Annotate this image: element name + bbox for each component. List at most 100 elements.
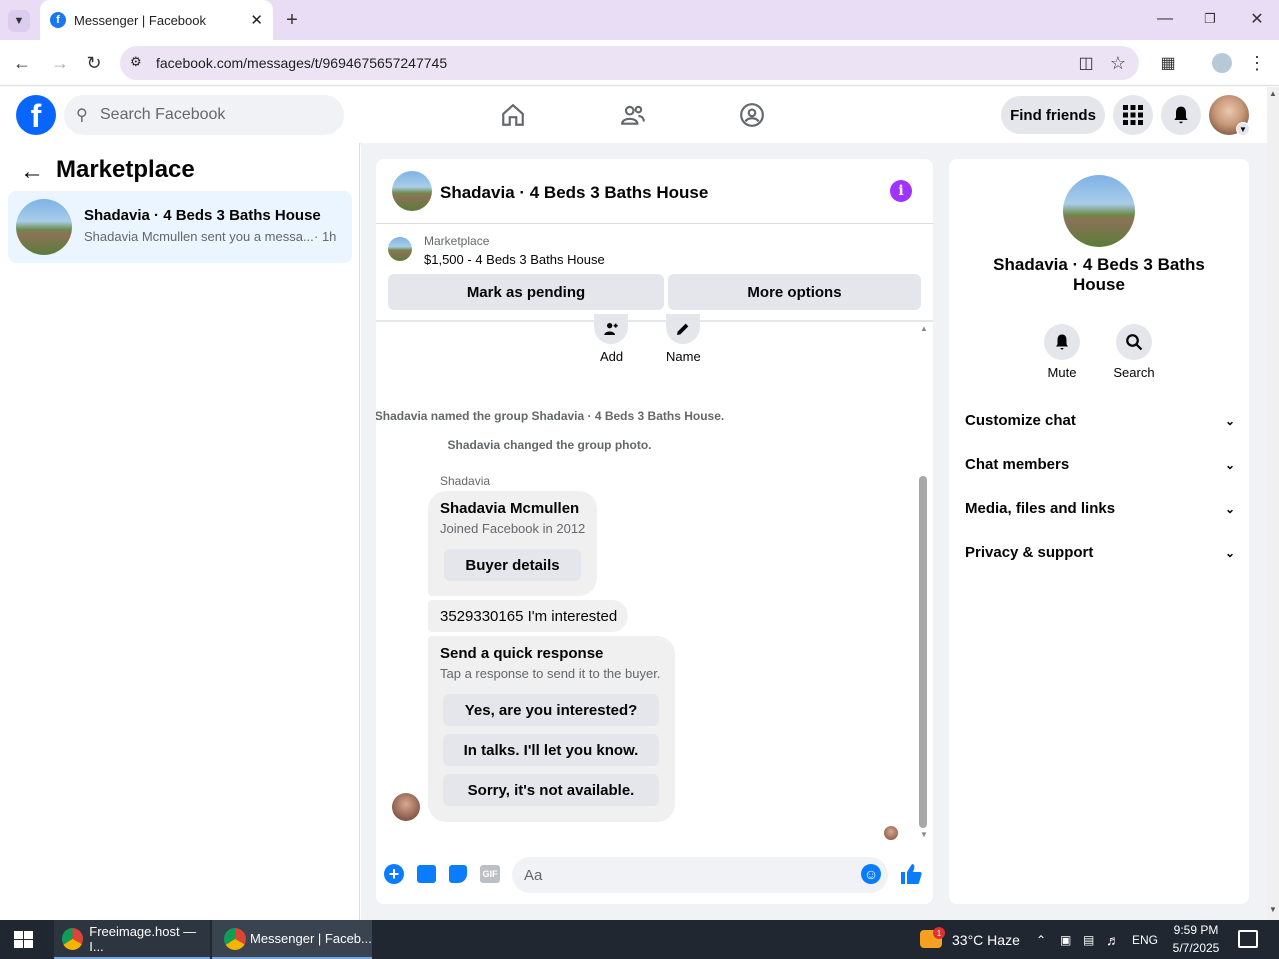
chat-header-title[interactable]: Shadavia · 4 Beds 3 Baths House	[440, 183, 708, 203]
find-friends-button[interactable]: Find friends	[1001, 96, 1105, 134]
profile-avatar-icon[interactable]	[1212, 53, 1232, 73]
volume-icon[interactable]: ♬	[1106, 920, 1120, 959]
meet-icon[interactable]: ▣	[1060, 920, 1071, 959]
page-scrollbar[interactable]: ▲ ▼	[1267, 87, 1279, 920]
chat-header-thumbnail[interactable]	[392, 171, 432, 211]
page-scroll-down-icon[interactable]: ▼	[1269, 905, 1277, 914]
close-window-icon[interactable]: ✕	[1247, 8, 1267, 30]
install-app-icon[interactable]: ◫	[1076, 53, 1096, 73]
scroll-up-icon[interactable]: ▲	[920, 324, 928, 333]
browser-tab[interactable]: f Messenger | Facebook ✕	[40, 0, 273, 40]
page-scroll-up-icon[interactable]: ▲	[1269, 89, 1277, 98]
taskbar-item-freeimage[interactable]: Freeimage.host — I...	[54, 920, 210, 959]
listing-price-title[interactable]: $1,500 - 4 Beds 3 Baths House	[424, 252, 605, 267]
forward-icon[interactable]: →	[48, 52, 72, 74]
reload-icon[interactable]: ↻	[82, 52, 106, 74]
customize-chat-label: Customize chat	[965, 412, 1076, 429]
quick-response-not-available[interactable]: Sorry, it's not available.	[443, 774, 659, 806]
media-files-links-item[interactable]: Media, files and links ⌄	[965, 500, 1235, 517]
notifications-button[interactable]	[1161, 95, 1201, 135]
customize-chat-item[interactable]: Customize chat ⌄	[965, 412, 1235, 429]
menu-grid-button[interactable]	[1113, 95, 1153, 135]
search-conversation-button[interactable]	[1116, 324, 1152, 360]
name-label: Name	[666, 349, 701, 364]
quick-response-title: Send a quick response	[440, 645, 604, 662]
grid-icon	[1123, 105, 1143, 125]
taskbar-item-label: Messenger | Faceb...	[250, 931, 372, 946]
conversation-preview: Shadavia Mcmullen sent you a messa...	[84, 229, 314, 244]
windows-start-icon[interactable]	[14, 931, 33, 948]
clock-time[interactable]: 9:59 PM	[1166, 923, 1226, 937]
chrome-icon	[62, 927, 84, 950]
photo-icon[interactable]	[417, 865, 436, 883]
site-info-icon[interactable]: ⚙	[130, 54, 142, 70]
add-member-button[interactable]	[594, 314, 628, 344]
quick-response-subtitle: Tap a response to send it to the buyer.	[440, 666, 661, 681]
url-input[interactable]: ⚙ facebook.com/messages/t/96946756572477…	[120, 46, 1139, 80]
restore-icon[interactable]: ❐	[1200, 8, 1220, 30]
add-person-icon	[604, 323, 618, 335]
search-icon	[1126, 334, 1143, 351]
friends-icon[interactable]	[618, 101, 648, 129]
mute-button[interactable]	[1044, 324, 1080, 360]
action-center-icon[interactable]	[1238, 930, 1258, 948]
chevron-down-icon: ⌄	[1224, 501, 1235, 516]
new-tab-icon[interactable]: +	[282, 9, 302, 31]
clock-date[interactable]: 5/7/2025	[1166, 941, 1226, 955]
chevron-down-icon: ⌄	[1224, 545, 1235, 560]
account-chevron-icon[interactable]: ▼	[1236, 122, 1250, 136]
chat-scrollbar[interactable]: ▲ ▼	[917, 324, 929, 844]
scrollbar-thumb[interactable]	[919, 476, 927, 828]
scroll-down-icon[interactable]: ▼	[920, 830, 928, 839]
info-icon[interactable]: i	[890, 180, 912, 202]
more-options-button[interactable]: More options	[668, 274, 921, 310]
gif-icon[interactable]: GIF	[480, 865, 500, 883]
minimize-icon[interactable]: —	[1155, 8, 1175, 30]
sticker-icon[interactable]	[449, 865, 467, 883]
extensions-icon[interactable]: ▦	[1158, 53, 1178, 73]
show-hidden-icons[interactable]: ⌃	[1036, 920, 1046, 959]
chrome-icon	[224, 927, 246, 950]
search-input[interactable]: ⚲ Search Facebook	[64, 95, 344, 135]
close-tab-icon[interactable]: ✕	[250, 11, 263, 29]
tab-search-icon[interactable]: ▼	[8, 10, 30, 32]
name-group-button[interactable]	[666, 314, 700, 344]
profile-card-joined: Joined Facebook in 2012	[440, 521, 586, 536]
message-input[interactable]: Aa	[512, 857, 888, 893]
bell-icon	[1174, 106, 1188, 124]
browser-menu-icon[interactable]: ⋮	[1248, 53, 1266, 73]
network-icon[interactable]: ▤	[1083, 920, 1094, 959]
sidebar-title: Marketplace	[56, 156, 195, 183]
chevron-down-icon: ⌄	[1224, 413, 1235, 428]
thumbs-up-icon[interactable]	[899, 862, 923, 886]
sender-name: Shadavia	[440, 474, 491, 488]
search-label: Search	[1113, 365, 1155, 380]
back-arrow-icon[interactable]: ←	[20, 158, 44, 186]
tab-title: Messenger | Facebook	[74, 12, 206, 28]
groups-icon[interactable]	[737, 101, 767, 129]
listing-category: Marketplace	[424, 234, 490, 248]
conversation-title: Shadavia · 4 Beds 3 Baths House	[993, 255, 1205, 294]
weather-text[interactable]: 33°C Haze	[952, 920, 1020, 959]
sender-avatar[interactable]	[392, 793, 420, 821]
privacy-support-item[interactable]: Privacy & support ⌄	[965, 544, 1235, 561]
system-message-named: Shadavia named the group Shadavia · 4 Be…	[376, 409, 725, 423]
conversation-photo[interactable]	[1063, 175, 1135, 247]
search-icon: ⚲	[76, 107, 88, 124]
back-icon[interactable]: ←	[10, 52, 34, 74]
chat-members-item[interactable]: Chat members ⌄	[965, 456, 1235, 473]
conversation-thumbnail	[16, 199, 72, 255]
buyer-details-button[interactable]: Buyer details	[444, 549, 581, 581]
conversation-name: Shadavia · 4 Beds 3 Baths House	[84, 207, 321, 224]
pencil-icon	[677, 323, 689, 335]
language-indicator[interactable]: ENG	[1132, 920, 1158, 959]
mark-as-pending-button[interactable]: Mark as pending	[388, 274, 664, 310]
plus-icon[interactable]: +	[384, 864, 404, 884]
quick-response-in-talks[interactable]: In talks. I'll let you know.	[443, 734, 659, 766]
home-icon[interactable]	[498, 101, 528, 129]
facebook-logo[interactable]: f	[16, 95, 56, 135]
bookmark-star-icon[interactable]: ☆	[1108, 53, 1128, 73]
emoji-icon[interactable]: ☺	[861, 864, 881, 884]
taskbar-item-messenger[interactable]: Messenger | Faceb...	[212, 920, 372, 959]
quick-response-yes[interactable]: Yes, are you interested?	[443, 694, 659, 726]
